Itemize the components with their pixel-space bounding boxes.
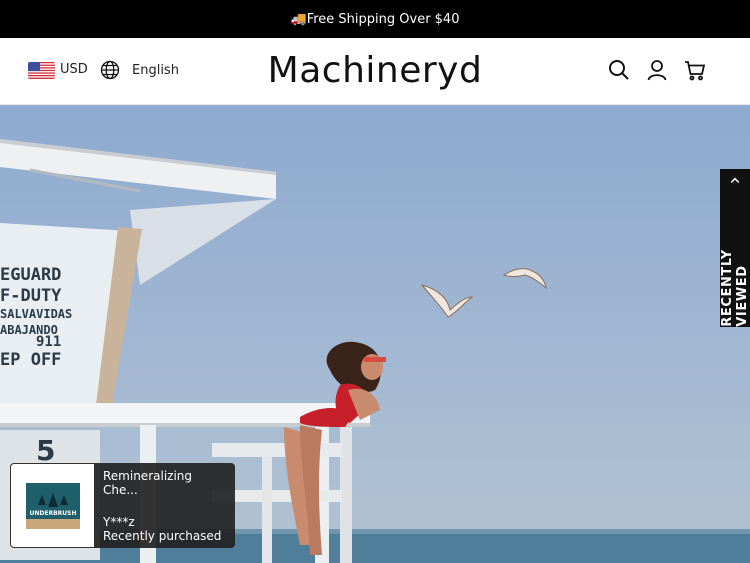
announcement-bar: 🚚Free Shipping Over $40 bbox=[0, 0, 750, 38]
sign-line: EGUARD bbox=[0, 265, 61, 285]
lifeguard-sign: EGUARD F-DUTY SALVAVIDAS ABAJANDO 911 EP… bbox=[0, 265, 72, 370]
sign-line: 911 bbox=[36, 334, 61, 350]
user-icon[interactable] bbox=[645, 58, 669, 82]
search-icon[interactable] bbox=[607, 58, 631, 82]
popup-buyer: Y***z bbox=[103, 515, 135, 529]
sign-line: EP OFF bbox=[0, 350, 61, 370]
product-image-label: UNDERBRUSH bbox=[29, 510, 76, 517]
site-header: USD English Machineryd bbox=[0, 38, 750, 105]
site-logo[interactable]: Machineryd bbox=[0, 50, 750, 91]
recently-viewed-label: RECENTLY VIEWED bbox=[720, 249, 750, 327]
product-thumbnail[interactable]: UNDERBRUSH bbox=[11, 464, 94, 547]
cart-icon[interactable] bbox=[683, 58, 707, 82]
recently-viewed-tab[interactable]: RECENTLY VIEWED bbox=[720, 169, 750, 327]
popup-status: Recently purchased bbox=[103, 529, 222, 543]
sign-line: SALVAVIDAS bbox=[0, 307, 72, 321]
recent-purchase-popup[interactable]: UNDERBRUSH Remineralizing Che... Y***z R… bbox=[10, 463, 235, 548]
announcement-text: 🚚Free Shipping Over $40 bbox=[290, 11, 460, 27]
sign-line: F-DUTY bbox=[0, 286, 62, 306]
chevron-up-icon bbox=[730, 177, 740, 184]
popup-product-name[interactable]: Remineralizing Che... bbox=[103, 469, 227, 497]
